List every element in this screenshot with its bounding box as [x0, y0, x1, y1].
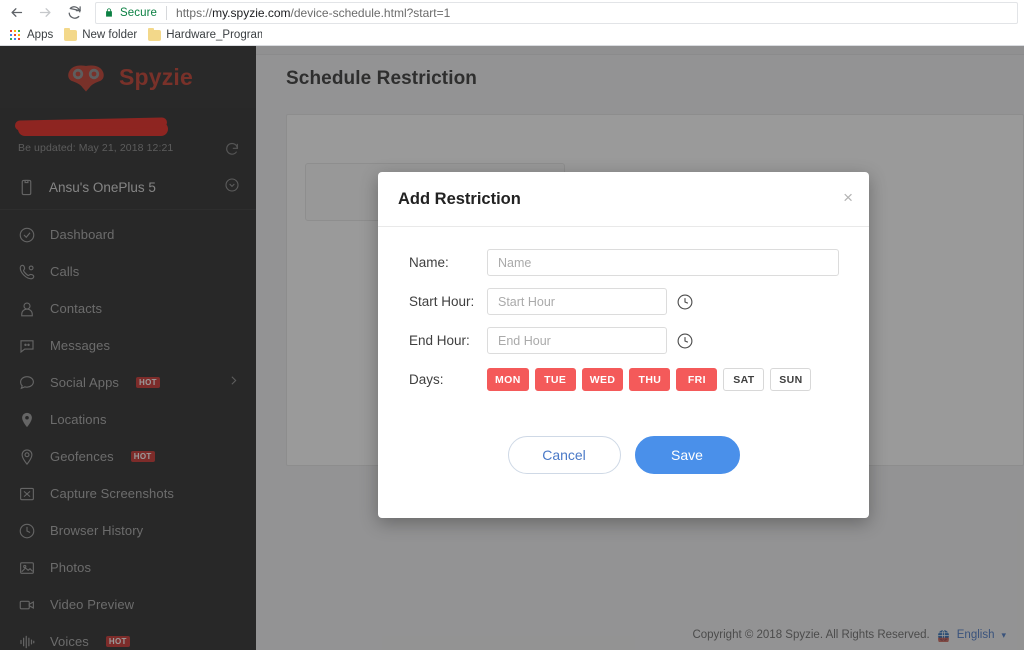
browser-chrome: Secure https://my.spyzie.com/device-sche…: [0, 0, 1024, 46]
day-toggle-wed[interactable]: WED: [581, 368, 624, 391]
day-toggle-mon[interactable]: MON: [487, 368, 529, 391]
clock-icon[interactable]: [676, 293, 694, 311]
close-icon[interactable]: ×: [843, 189, 853, 206]
name-label: Name:: [409, 255, 449, 270]
apps-grid-icon: [10, 30, 20, 40]
modal-header: Add Restriction ×: [378, 172, 869, 227]
start-hour-label: Start Hour:: [409, 294, 475, 309]
bookmark-hardware-programming[interactable]: Hardware_Programm: [146, 26, 271, 44]
modal-title: Add Restriction: [398, 189, 521, 208]
lock-icon: [104, 7, 114, 18]
end-hour-input[interactable]: [487, 327, 667, 354]
clock-icon[interactable]: [676, 332, 694, 350]
form-row-days: Days: MON TUE WED THU FRI SAT SUN: [378, 368, 869, 391]
bookmark-apps[interactable]: Apps: [8, 26, 62, 44]
day-toggle-sun[interactable]: SUN: [770, 368, 812, 391]
end-hour-label: End Hour:: [409, 333, 470, 348]
start-hour-input[interactable]: [487, 288, 667, 315]
bookmark-label: Hardware_Programm: [166, 29, 263, 41]
modal-body: Name: Start Hour: End Hour: Days:: [378, 227, 869, 474]
url-host: my.spyzie.com: [212, 5, 291, 20]
url-scheme: https://: [176, 5, 213, 20]
url-text: https://my.spyzie.com/device-schedule.ht…: [176, 6, 450, 20]
security-label: Secure: [120, 6, 158, 19]
address-bar[interactable]: Secure https://my.spyzie.com/device-sche…: [95, 1, 1018, 24]
back-arrow-icon[interactable]: [6, 3, 26, 23]
browser-toolbar: Secure https://my.spyzie.com/device-sche…: [0, 0, 1024, 25]
day-toggle-fri[interactable]: FRI: [676, 368, 718, 391]
add-restriction-modal: Add Restriction × Name: Start Hour: End …: [378, 172, 869, 518]
modal-actions: Cancel Save: [378, 436, 869, 474]
form-row-name: Name:: [378, 249, 869, 276]
forward-arrow-icon[interactable]: [35, 3, 55, 23]
cancel-button[interactable]: Cancel: [507, 436, 621, 474]
day-toggle-sat[interactable]: SAT: [723, 368, 765, 391]
form-row-end-hour: End Hour:: [378, 327, 869, 354]
days-label: Days:: [409, 372, 444, 387]
folder-icon: [148, 27, 162, 41]
days-toggle-group: MON TUE WED THU FRI SAT SUN: [487, 368, 812, 391]
name-input[interactable]: [487, 249, 839, 276]
day-toggle-tue[interactable]: TUE: [534, 368, 576, 391]
form-row-start-hour: Start Hour:: [378, 288, 869, 315]
reload-icon[interactable]: [64, 3, 84, 23]
omnibox-divider: [166, 5, 168, 20]
bookmarks-bar: Apps New folder Hardware_Programm: [0, 25, 1024, 46]
day-toggle-thu[interactable]: THU: [629, 368, 671, 391]
bookmark-label: Apps: [27, 29, 54, 41]
bookmark-new-folder[interactable]: New folder: [62, 26, 146, 44]
screenshot-root: Secure https://my.spyzie.com/device-sche…: [0, 0, 1024, 650]
url-path: /device-schedule.html?start=1: [290, 5, 451, 20]
bookmark-label: New folder: [82, 29, 138, 41]
folder-icon: [64, 27, 78, 41]
save-button[interactable]: Save: [634, 436, 740, 474]
